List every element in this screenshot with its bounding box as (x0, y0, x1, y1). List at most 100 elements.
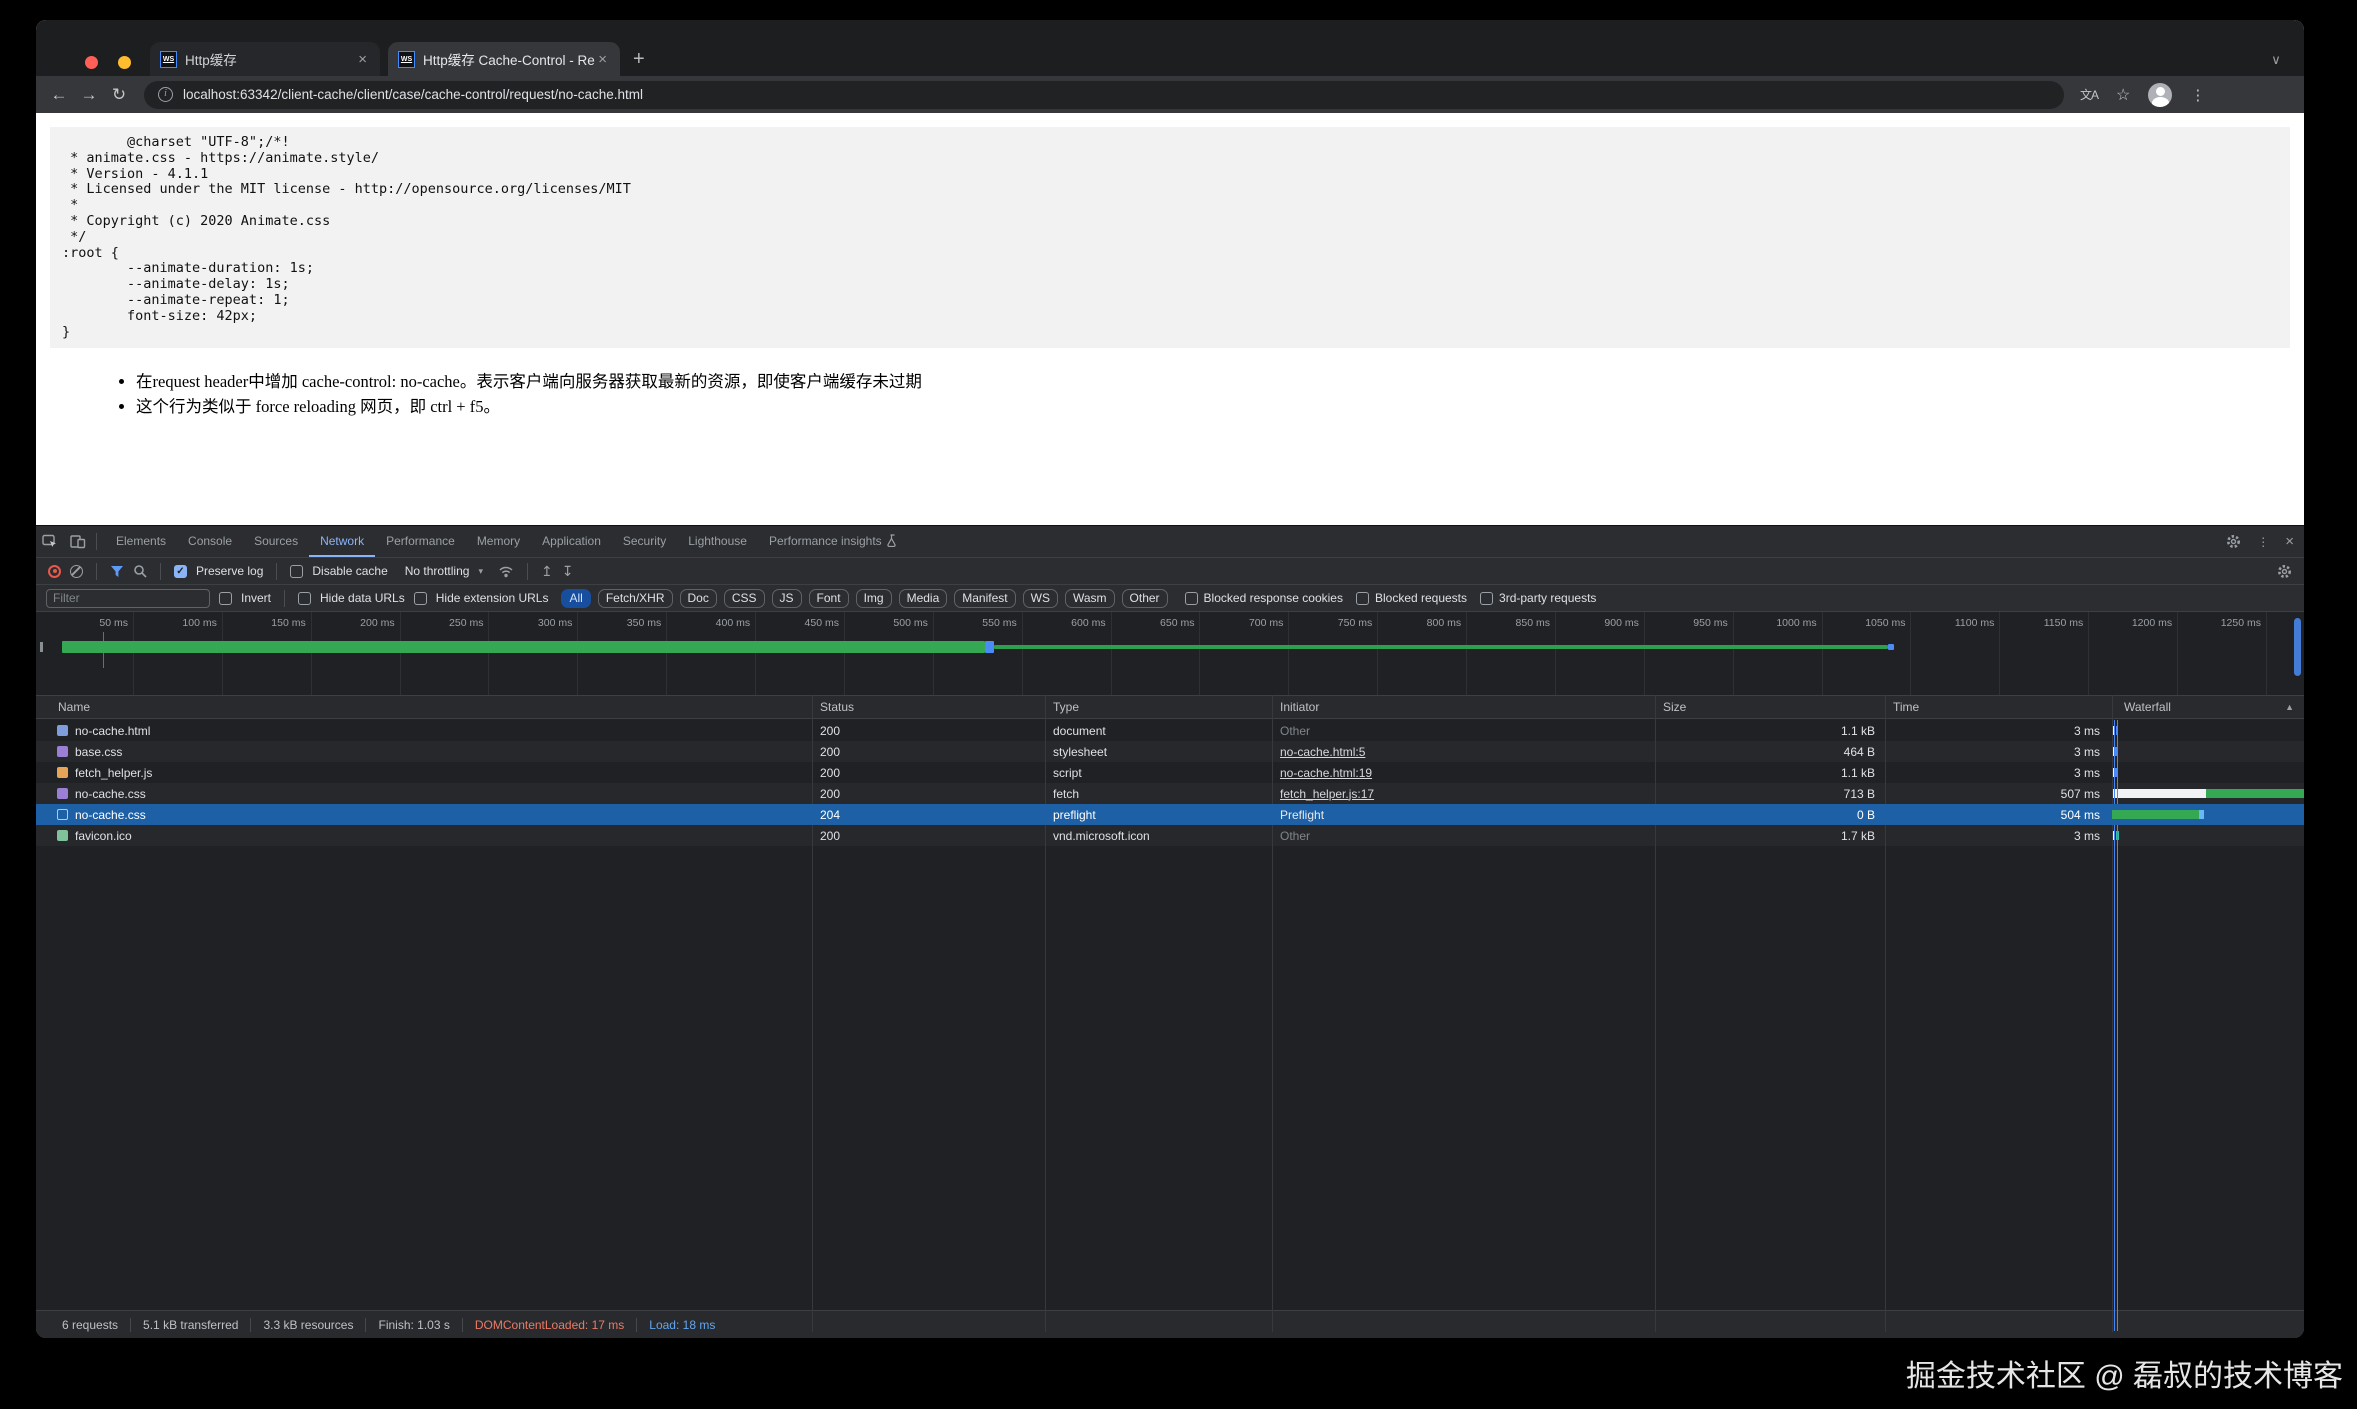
filter-funnel-icon[interactable] (110, 565, 124, 578)
browser-tab-http-cache[interactable]: WS Http缓存 × (150, 42, 380, 76)
initiator-link[interactable]: no-cache.html:5 (1280, 745, 1365, 759)
column-header-waterfall[interactable]: Waterfall▲ (2112, 696, 2304, 718)
devtools-tab-network[interactable]: Network (309, 526, 375, 557)
filter-pill-wasm[interactable]: Wasm (1065, 589, 1115, 608)
filter-pill-manifest[interactable]: Manifest (954, 589, 1015, 608)
column-divider[interactable] (1045, 695, 1046, 1332)
request-name: no-cache.html (75, 724, 150, 738)
tab-close-icon[interactable]: × (355, 51, 370, 68)
invert-checkbox[interactable]: ✓ (219, 592, 232, 605)
inspect-element-icon[interactable] (36, 534, 64, 549)
preserve-log-label: Preserve log (196, 564, 263, 578)
table-row[interactable]: base.css200stylesheetno-cache.html:5464 … (36, 741, 2304, 762)
column-divider[interactable] (1655, 695, 1656, 1332)
devtools-tab-memory[interactable]: Memory (466, 526, 531, 557)
filter-pill-fetch-xhr[interactable]: Fetch/XHR (598, 589, 673, 608)
column-header-initiator[interactable]: Initiator (1272, 696, 1655, 718)
column-header-status[interactable]: Status (812, 696, 1045, 718)
column-header-time[interactable]: Time (1885, 696, 2112, 718)
devtools-settings-gear-icon[interactable] (2226, 534, 2241, 549)
devtools-menu-icon[interactable]: ⋮ (2257, 535, 2269, 549)
throttling-select[interactable]: No throttling (405, 564, 470, 578)
filter-pill-doc[interactable]: Doc (680, 589, 717, 608)
table-row[interactable]: fetch_helper.js200scriptno-cache.html:19… (36, 762, 2304, 783)
table-row[interactable]: no-cache.css200fetchfetch_helper.js:1771… (36, 783, 2304, 804)
bookmark-star-icon[interactable]: ☆ (2116, 85, 2130, 105)
devtools-tab-console[interactable]: Console (177, 526, 243, 557)
export-har-icon[interactable]: ↧ (562, 563, 574, 580)
filter-pill-js[interactable]: JS (772, 589, 802, 608)
network-conditions-icon[interactable] (498, 565, 514, 578)
address-bar[interactable]: i localhost:63342/client-cache/client/ca… (144, 81, 2064, 109)
filter-pill-media[interactable]: Media (899, 589, 948, 608)
filter-pill-css[interactable]: CSS (724, 589, 765, 608)
devtools-tab-performance[interactable]: Performance (375, 526, 466, 557)
sort-arrow-icon[interactable]: ▲ (2285, 702, 2294, 712)
new-tab-button[interactable]: + (633, 48, 645, 71)
tab-search-chevron-icon[interactable]: ∨ (2264, 48, 2288, 72)
overview-right-handle[interactable] (2294, 618, 2301, 676)
column-header-size[interactable]: Size (1655, 696, 1885, 718)
table-row[interactable]: favicon.ico200vnd.microsoft.iconOther1.7… (36, 825, 2304, 846)
search-icon[interactable] (133, 564, 147, 578)
hide-data-urls-checkbox[interactable]: ✓ (298, 592, 311, 605)
devtools-tab-lighthouse[interactable]: Lighthouse (677, 526, 758, 557)
minimize-window-button[interactable] (118, 56, 131, 69)
close-window-button[interactable] (85, 56, 98, 69)
reload-button[interactable]: ↻ (104, 85, 134, 105)
device-toolbar-icon[interactable] (64, 534, 92, 549)
clear-network-log-icon[interactable] (70, 565, 83, 578)
filter-checkbox[interactable]: ✓ (1480, 592, 1493, 605)
cell-size: 713 B (1655, 783, 1885, 804)
filter-pill-img[interactable]: Img (856, 589, 892, 608)
devtools-tab-sources[interactable]: Sources (243, 526, 309, 557)
overview-left-handle[interactable] (40, 642, 43, 652)
network-settings-gear-icon[interactable] (2277, 564, 2292, 579)
hide-extension-urls-checkbox[interactable]: ✓ (414, 592, 427, 605)
browser-tab-cache-control[interactable]: WS Http缓存 Cache-Control - Re × (388, 42, 620, 76)
column-header-name[interactable]: Name (36, 696, 812, 718)
translate-icon[interactable]: 文A (2080, 86, 2098, 103)
disable-cache-checkbox[interactable]: ✓ (290, 565, 303, 578)
back-button[interactable]: ← (44, 85, 74, 105)
initiator-link[interactable]: fetch_helper.js:17 (1280, 787, 1374, 801)
timeline-tick-label: 100 ms (182, 617, 221, 629)
filter-pill-all[interactable]: All (561, 589, 590, 608)
devtools-tab-application[interactable]: Application (531, 526, 612, 557)
filter-pill-other[interactable]: Other (1122, 589, 1168, 608)
initiator-link[interactable]: no-cache.html:19 (1280, 766, 1372, 780)
filter-pill-ws[interactable]: WS (1023, 589, 1058, 608)
preserve-log-checkbox[interactable]: ✓ (174, 565, 187, 578)
filter-checkbox[interactable]: ✓ (1356, 592, 1369, 605)
filter-input[interactable] (46, 589, 210, 608)
column-header-type[interactable]: Type (1045, 696, 1272, 718)
devtools-close-icon[interactable]: × (2285, 533, 2294, 550)
timeline-gridline (400, 612, 401, 695)
column-divider[interactable] (2112, 695, 2113, 1332)
table-row[interactable]: no-cache.css204preflightPreflight0 B504 … (36, 804, 2304, 825)
timeline-tick-label: 950 ms (1693, 617, 1732, 629)
timeline-gridline (133, 612, 134, 695)
column-divider[interactable] (1885, 695, 1886, 1332)
forward-button[interactable]: → (74, 85, 104, 105)
import-har-icon[interactable]: ↥ (541, 563, 553, 580)
filter-pill-font[interactable]: Font (809, 589, 849, 608)
filter-checkbox[interactable]: ✓ (1185, 592, 1198, 605)
tab-strip: WS Http缓存 × WS Http缓存 Cache-Control - Re… (36, 20, 2304, 76)
browser-menu-icon[interactable]: ⋮ (2190, 86, 2205, 104)
webstorm-favicon-icon: WS (160, 51, 177, 68)
devtools-tab-performance-insights[interactable]: Performance insights (758, 526, 909, 557)
request-name: no-cache.css (75, 808, 146, 822)
tab-close-icon[interactable]: × (595, 51, 610, 68)
devtools-tab-elements[interactable]: Elements (105, 526, 177, 557)
column-divider[interactable] (1272, 695, 1273, 1332)
network-overview-timeline[interactable]: 50 ms100 ms150 ms200 ms250 ms300 ms350 m… (36, 611, 2304, 695)
profile-avatar[interactable] (2148, 83, 2172, 107)
site-info-icon[interactable]: i (158, 87, 173, 102)
table-row[interactable]: no-cache.html200documentOther1.1 kB3 ms (36, 720, 2304, 741)
devtools-tab-security[interactable]: Security (612, 526, 677, 557)
cell-waterfall (2112, 825, 2304, 846)
column-divider[interactable] (812, 695, 813, 1332)
record-network-log-icon[interactable] (48, 565, 61, 578)
cell-time: 3 ms (1885, 741, 2112, 762)
